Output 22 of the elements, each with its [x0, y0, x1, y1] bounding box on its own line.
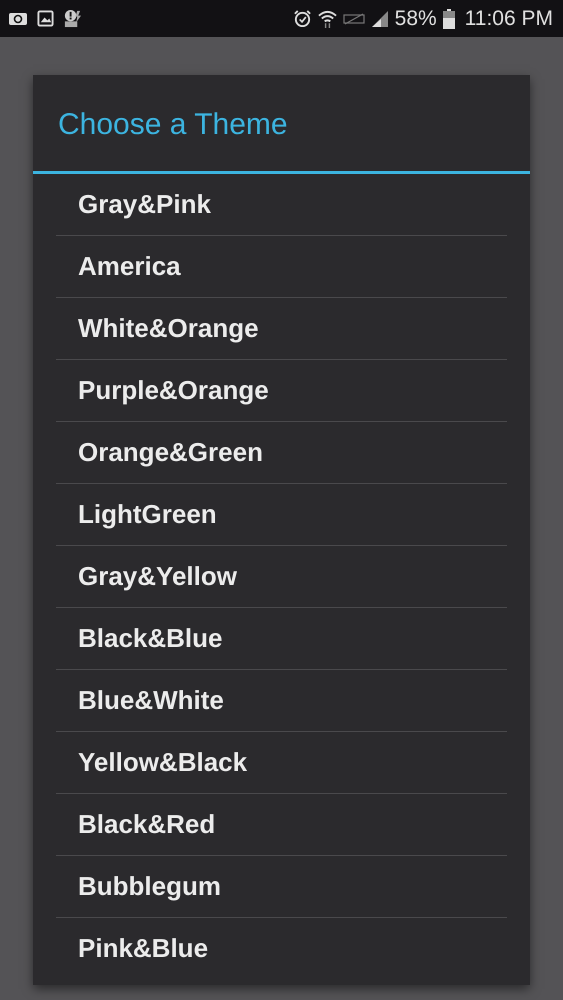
battery-percentage: 58% — [394, 6, 437, 30]
signal-icon — [370, 10, 389, 28]
wifi-icon — [318, 9, 337, 28]
theme-option[interactable]: LightGreen — [56, 484, 507, 546]
alarm-icon — [292, 9, 312, 28]
theme-option[interactable]: Orange&Green — [56, 422, 507, 484]
theme-option[interactable]: Purple&Orange — [56, 360, 507, 422]
theme-option[interactable]: Black&Red — [56, 794, 507, 856]
clock: 11:06 PM — [464, 6, 553, 30]
theme-option[interactable]: Pink&Blue — [56, 918, 507, 979]
theme-option[interactable]: Black&Blue — [56, 608, 507, 670]
theme-option[interactable]: Gray&Yellow — [56, 546, 507, 608]
theme-option[interactable]: Yellow&Black — [56, 732, 507, 794]
alert-icon — [63, 9, 82, 28]
theme-option[interactable]: Bubblegum — [56, 856, 507, 918]
dialog-title: Choose a Theme — [57, 107, 289, 143]
theme-option[interactable]: Gray&Pink — [56, 174, 507, 236]
image-icon — [37, 10, 54, 27]
battery-icon — [442, 8, 455, 28]
theme-option[interactable]: America — [56, 236, 507, 298]
theme-option[interactable]: Blue&White — [56, 670, 507, 732]
theme-option[interactable]: White&Orange — [56, 298, 507, 360]
